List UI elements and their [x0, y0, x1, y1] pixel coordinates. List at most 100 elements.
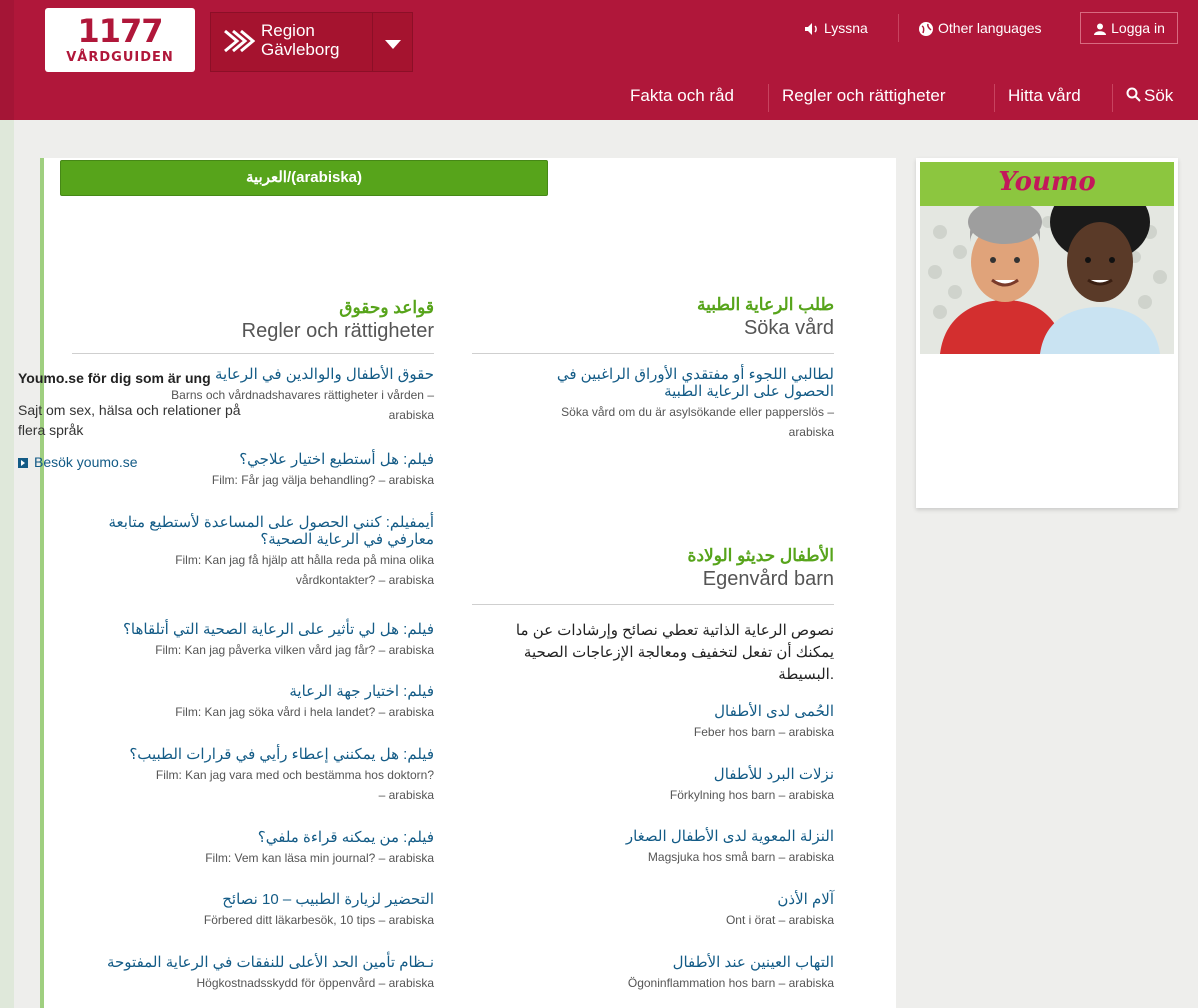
nav-fakta-och-rad[interactable]: Fakta och råd	[630, 82, 734, 110]
link-ar[interactable]: أيمفيلم: كنني الحصول على المساعدة لأستطي…	[72, 514, 434, 548]
speaker-icon	[805, 23, 817, 36]
divider	[72, 353, 434, 354]
item-sv: Högkostnadsskydd för öppenvård – arabisk…	[196, 976, 434, 990]
list-item[interactable]: نزلات البرد للأطفال Förkylning hos barn …	[472, 766, 834, 805]
link-ar[interactable]: فيلم: هل لي تأثير على الرعاية الصحية الت…	[72, 621, 434, 638]
link-line: لطالبي اللجوء أو مفتقدي الأوراق الراغبين…	[556, 366, 834, 383]
item-sv: Film: Vem kan läsa min journal? – arabis…	[205, 851, 434, 865]
user-icon	[1094, 23, 1107, 36]
item-sv: Söka vård om du är asylsökande eller pap…	[472, 402, 834, 442]
list-item[interactable]: فيلم: من يمكنه قراءة ملفي؟ Film: Vem kan…	[72, 829, 434, 868]
section-title-ar: الأطفال حديثو الولادة	[687, 546, 834, 565]
youmo-card[interactable]: Youmo	[916, 158, 1178, 508]
tab-arabiska[interactable]: العربية/(arabiska)	[60, 160, 548, 196]
list-item[interactable]: الحُمى لدى الأطفال Feber hos barn – arab…	[472, 703, 834, 742]
list-item[interactable]: التهاب العينين عند الأطفال Ögoninflammat…	[472, 954, 834, 993]
header-edge	[0, 0, 14, 120]
divider	[472, 604, 834, 605]
section-title-sv: Söka vård	[743, 317, 834, 339]
link-ar[interactable]: نزلات البرد للأطفال	[472, 766, 834, 783]
youmo-title: Youmo.se för dig som är ung	[18, 370, 211, 386]
login-button[interactable]: Logga in	[1080, 12, 1178, 44]
globe-icon	[919, 22, 933, 37]
page-edge	[0, 120, 14, 1008]
link-ar[interactable]: نـظام تأمين الحد الأعلى للنفقات في الرعا…	[72, 954, 434, 971]
list-item[interactable]: نـظام تأمين الحد الأعلى للنفقات في الرعا…	[72, 954, 434, 993]
link-ar[interactable]: فيلم: اختيار جهة الرعاية	[72, 683, 434, 700]
region-line1: Region	[261, 21, 315, 40]
link-ar[interactable]: التحضير لزيارة الطبيب – 10 نصائح	[72, 891, 434, 908]
region-selector[interactable]: Region Gävleborg	[210, 12, 373, 72]
nav-regler-och-rattigheter[interactable]: Regler och rättigheter	[782, 82, 945, 110]
item-sv-line: Film: Kan jag vara med och bestämma hos …	[155, 768, 434, 782]
youmo-logo: Youmo	[920, 162, 1174, 206]
list-item[interactable]: النزلة المعوية لدى الأطفال الصغار Magsju…	[472, 828, 834, 867]
intro-text: نصوص الرعاية الذاتية تعطي نصائح وإرشادات…	[472, 620, 834, 686]
item-sv: Film: Kan jag påverka vilken vård jag få…	[155, 643, 434, 657]
item-sv: Ögoninflammation hos barn – arabiska	[627, 976, 834, 990]
other-languages-label: Other languages	[938, 20, 1042, 36]
section-title-ar: قواعد وحقوق	[339, 298, 434, 317]
item-sv: Ont i örat – arabiska	[725, 913, 834, 927]
list-item[interactable]: أيمفيلم: كنني الحصول على المساعدة لأستطي…	[72, 514, 434, 590]
item-sv: Film: Kan jag få hjälp att hålla reda på…	[72, 550, 434, 590]
divider	[472, 353, 834, 354]
link-line: الحصول على الرعاية الطبية	[664, 383, 834, 400]
youmo-description: Sajt om sex, hälsa och relationer på fle…	[18, 402, 241, 438]
list-item[interactable]: لطالبي اللجوء أو مفتقدي الأوراق الراغبين…	[472, 366, 834, 442]
section-header-regler: قواعد وحقوق Regler och rättigheter	[72, 298, 434, 343]
item-sv: Förkylning hos barn – arabiska	[669, 788, 834, 802]
listen-button[interactable]: Lyssna	[804, 12, 868, 44]
item-sv: Feber hos barn – arabiska	[693, 725, 834, 739]
list-item[interactable]: التحضير لزيارة الطبيب – 10 نصائح Förbere…	[72, 891, 434, 930]
nav-sok[interactable]: Sök	[1126, 82, 1173, 110]
item-sv-line: Söka vård om du är asylsökande eller pap…	[561, 405, 834, 419]
list-item[interactable]: فيلم: هل لي تأثير على الرعاية الصحية الت…	[72, 621, 434, 660]
link-ar[interactable]: لطالبي اللجوء أو مفتقدي الأوراق الراغبين…	[472, 366, 834, 400]
chevron-down-icon	[385, 40, 401, 49]
listen-label: Lyssna	[824, 20, 868, 36]
divider	[768, 84, 769, 112]
youmo-banner[interactable]: Youmo	[920, 162, 1174, 354]
section-header-egenvard-barn: الأطفال حديثو الولادة Egenvård barn	[472, 546, 834, 591]
section-title-sv: Egenvård barn	[702, 568, 834, 590]
item-sv: Film: Kan jag vara med och bestämma hos …	[72, 765, 434, 805]
link-ar[interactable]: التهاب العينين عند الأطفال	[472, 954, 834, 971]
divider	[1112, 84, 1113, 112]
region-line2: Gävleborg	[261, 40, 340, 59]
nav-sok-label: Sök	[1144, 86, 1174, 105]
intro-line: يمكنك أن تفعل لتخفيف ومعالجة الإزعاجات ا…	[523, 644, 834, 661]
link-ar[interactable]: فيلم: هل يمكنني إعطاء رأيي في قرارات الط…	[72, 746, 434, 763]
region-dropdown-button[interactable]	[373, 12, 413, 72]
search-icon	[1126, 87, 1141, 102]
list-item[interactable]: فيلم: هل يمكنني إعطاء رأيي في قرارات الط…	[72, 746, 434, 805]
link-ar[interactable]: آلام الأذن	[472, 891, 834, 908]
section-header-soka-vard: طلب الرعاية الطبية Söka vård	[472, 295, 834, 340]
intro-line: نصوص الرعاية الذاتية تعطي نصائح وإرشادات…	[515, 622, 834, 639]
logo-number: 1177	[77, 12, 163, 50]
section-title-sv: Regler och rättigheter	[241, 320, 434, 342]
item-sv-line: arabiska	[788, 425, 834, 439]
logo-1177[interactable]: 1177 VÅRDGUIDEN	[45, 8, 195, 72]
item-sv-line: – arabiska	[378, 788, 434, 802]
link-ar[interactable]: النزلة المعوية لدى الأطفال الصغار	[472, 828, 834, 845]
arrow-right-icon	[18, 458, 28, 469]
youmo-link[interactable]: Besök youmo.se	[18, 454, 138, 470]
item-sv-line: Film: Kan jag få hjälp att hålla reda på…	[175, 553, 434, 567]
other-languages-button[interactable]: Other languages	[918, 12, 1042, 44]
link-ar[interactable]: الحُمى لدى الأطفال	[472, 703, 834, 720]
item-sv-line: vårdkontakter? – arabiska	[295, 573, 434, 587]
link-line: أيمفيلم: كنني الحصول على المساعدة لأستطي…	[108, 514, 434, 531]
nav-hitta-vard[interactable]: Hitta vård	[1008, 82, 1081, 110]
list-item[interactable]: فيلم: اختيار جهة الرعاية Film: Kan jag s…	[72, 683, 434, 722]
item-sv: Film: Kan jag söka vård i hela landet? –…	[175, 705, 434, 719]
intro-line: البسيطة.	[778, 666, 834, 683]
item-sv: Magsjuka hos små barn – arabiska	[647, 850, 834, 864]
link-ar[interactable]: فيلم: من يمكنه قراءة ملفي؟	[72, 829, 434, 846]
divider	[898, 14, 899, 42]
list-item[interactable]: آلام الأذن Ont i örat – arabiska	[472, 891, 834, 930]
divider	[994, 84, 995, 112]
item-sv: Film: Får jag välja behandling? – arabis…	[211, 473, 434, 487]
logo-text: VÅRDGUIDEN	[66, 50, 174, 65]
region-name: Region Gävleborg	[261, 21, 339, 59]
